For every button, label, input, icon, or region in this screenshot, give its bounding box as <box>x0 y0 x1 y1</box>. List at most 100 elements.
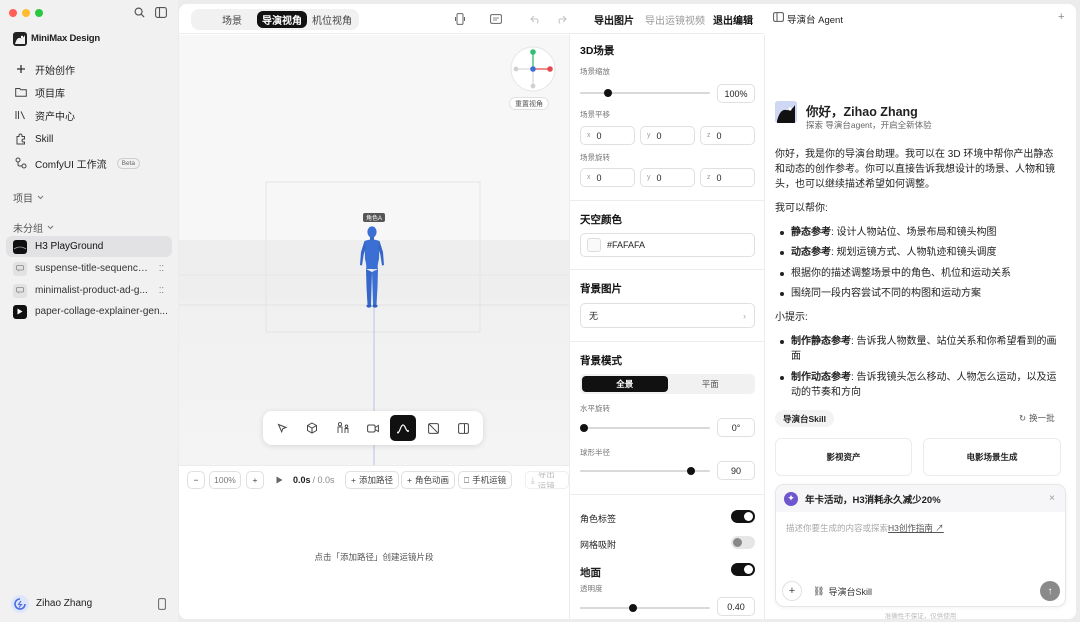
scene-move-y[interactable]: y0 <box>640 126 695 145</box>
screen-preview-icon[interactable] <box>487 10 505 28</box>
attach-plus-button[interactable]: + <box>782 581 802 601</box>
sidebar-toggle-icon[interactable] <box>155 7 167 18</box>
ungrouped-section-toggle[interactable]: 未分组 <box>13 220 54 235</box>
nav-comfyui[interactable]: ComfyUI 工作流 Beta <box>6 152 172 174</box>
camera-tool-icon[interactable] <box>360 415 386 441</box>
undo-icon[interactable] <box>526 10 544 28</box>
opacity-value[interactable]: 0.40 <box>717 597 755 616</box>
character-tool-icon[interactable] <box>330 415 356 441</box>
sidebar-panel-icon[interactable] <box>773 12 784 22</box>
panel-tool-icon[interactable] <box>451 415 477 441</box>
export-image-button[interactable]: 导出图片 <box>588 10 640 28</box>
suggestion-card[interactable]: 电影场景生成 <box>923 438 1061 476</box>
nav-asset-center[interactable]: 资产中心 <box>6 104 172 126</box>
exit-edit-button[interactable]: 退出编辑 <box>707 10 759 28</box>
suggestion-card[interactable]: 影视资产 <box>775 438 912 476</box>
project-item-paper-collage[interactable]: paper-collage-explainer-gen... <box>6 301 172 322</box>
zoom-out-button[interactable]: − <box>187 471 205 489</box>
zoom-in-button[interactable]: + <box>246 471 264 489</box>
scene-rotate-x[interactable]: x0 <box>580 168 635 187</box>
search-icon[interactable] <box>134 7 145 18</box>
project-item-minimalist[interactable]: minimalist-product-ad-g... ⁚⁚ <box>6 280 172 301</box>
phone-preview-icon[interactable] <box>451 10 469 28</box>
scene-move-x[interactable]: x0 <box>580 126 635 145</box>
properties-panel: 3D场景 场景缩放 100% 场景平移 x0 y0 z0 场景旋转 x0 y0 … <box>569 35 765 619</box>
tab-scene[interactable]: 场景 <box>193 11 257 28</box>
avatar[interactable] <box>11 595 29 613</box>
reset-view-button[interactable]: 重置视角 <box>509 97 549 110</box>
export-video-button[interactable]: 导出运镜视频 <box>639 10 711 28</box>
h-rotate-slider[interactable] <box>580 424 710 432</box>
close-window-icon[interactable] <box>9 9 17 17</box>
project-name: H3 PlayGround <box>35 241 104 252</box>
nav-project-library[interactable]: 项目库 <box>6 81 172 103</box>
nav-start-create[interactable]: 开始创作 <box>6 58 172 80</box>
add-path-button[interactable]: + 添加路径 <box>345 471 399 489</box>
frame-tool-icon[interactable] <box>421 415 447 441</box>
sky-color-field[interactable]: #FAFAFA <box>580 233 755 257</box>
color-swatch[interactable] <box>587 238 601 252</box>
promo-banner[interactable]: ✦ 年卡活动，H3消耗永久减少20% × <box>776 485 1065 512</box>
bg-image-select[interactable]: 无 › <box>580 303 755 328</box>
char-label-toggle[interactable] <box>731 510 755 523</box>
minimize-window-icon[interactable] <box>22 9 30 17</box>
tab-camera-view[interactable]: 机位视角 <box>307 11 357 28</box>
orientation-gizmo[interactable] <box>510 46 556 92</box>
sphere-radius-slider[interactable] <box>580 467 710 475</box>
slider-knob[interactable] <box>628 604 637 612</box>
brand-logo-icon <box>13 32 27 46</box>
h-rotate-value[interactable]: 0° <box>717 418 755 437</box>
path-tool-icon[interactable] <box>390 415 417 441</box>
device-icon[interactable] <box>158 598 166 610</box>
agent-avatar <box>775 101 797 123</box>
projects-section-toggle[interactable]: 项目 <box>13 190 44 205</box>
nav-skill[interactable]: Skill <box>6 128 172 150</box>
slider-knob[interactable] <box>604 89 613 97</box>
maximize-window-icon[interactable] <box>35 9 43 17</box>
more-dots-icon[interactable]: ⁚⁚ <box>159 286 164 295</box>
slider-knob[interactable] <box>580 424 588 432</box>
slider-knob[interactable] <box>687 467 696 475</box>
agent-intro: 你好，我是你的导演台助理。我可以在 3D 环境中帮你产出静态和动态的创作参考。你… <box>775 149 1055 190</box>
scene-rotate-z[interactable]: z0 <box>700 168 755 187</box>
divider <box>570 200 764 201</box>
opacity-slider[interactable] <box>580 604 710 612</box>
sphere-radius-value[interactable]: 90 <box>717 461 755 480</box>
help-item: 围绕同一段内容尝试不同的构图和运动方案 <box>779 286 1061 301</box>
agent-panel: 导演台 Agent + 你好，Zihao Zhang 探索 导演台agent，开… <box>765 4 1076 619</box>
tab-director-view[interactable]: 导演视角 <box>257 11 307 28</box>
redo-icon[interactable] <box>552 10 570 28</box>
chat-input[interactable]: 描述你要生成的内容或探索H3创作指南 ↗ <box>786 522 944 534</box>
scene-rotate-y[interactable]: y0 <box>640 168 695 187</box>
link-icon: ⛓ <box>813 586 825 596</box>
guide-link[interactable]: H3创作指南 ↗ <box>888 523 944 533</box>
more-dots-icon[interactable]: ⁚⁚ <box>159 264 164 273</box>
project-item-h3-playground[interactable]: H3 PlayGround <box>6 236 172 257</box>
divider <box>570 341 764 342</box>
cube-tool-icon[interactable] <box>299 415 325 441</box>
handheld-camera-button[interactable]: ⎕ 手机运镜 <box>458 471 513 489</box>
skill-selector[interactable]: ⛓ 导演台Skill <box>813 585 872 598</box>
export-camera-button[interactable]: ⤓ 导出运镜 <box>525 471 569 489</box>
3d-viewport[interactable]: 重置视角 角色A <box>179 35 569 465</box>
character-figure[interactable] <box>357 225 387 309</box>
bg-mode-flat[interactable]: 平面 <box>668 376 754 392</box>
select-tool-icon[interactable] <box>269 415 295 441</box>
bg-mode-segmented: 全景 平面 <box>580 374 755 394</box>
ground-toggle[interactable] <box>731 563 755 576</box>
axis-y-label: y <box>647 132 651 139</box>
close-icon[interactable]: × <box>1049 493 1055 504</box>
skill-chip[interactable]: 导演台Skill <box>775 410 834 427</box>
grid-snap-toggle[interactable] <box>731 536 755 549</box>
scene-scale-value[interactable]: 100% <box>717 84 755 103</box>
scene-scale-slider[interactable] <box>580 89 710 97</box>
project-item-suspense[interactable]: suspense-title-sequence... ⁚⁚ <box>6 258 172 279</box>
character-animation-button[interactable]: + 角色动画 <box>401 471 455 489</box>
scene-move-z[interactable]: z0 <box>700 126 755 145</box>
bg-mode-panorama[interactable]: 全景 <box>582 376 668 392</box>
play-icon[interactable] <box>276 476 283 484</box>
new-chat-plus-icon[interactable]: + <box>1058 11 1064 23</box>
send-button[interactable]: ↑ <box>1040 581 1060 601</box>
divider <box>570 269 764 270</box>
refresh-button[interactable]: ↻ 换一批 <box>1019 412 1055 424</box>
